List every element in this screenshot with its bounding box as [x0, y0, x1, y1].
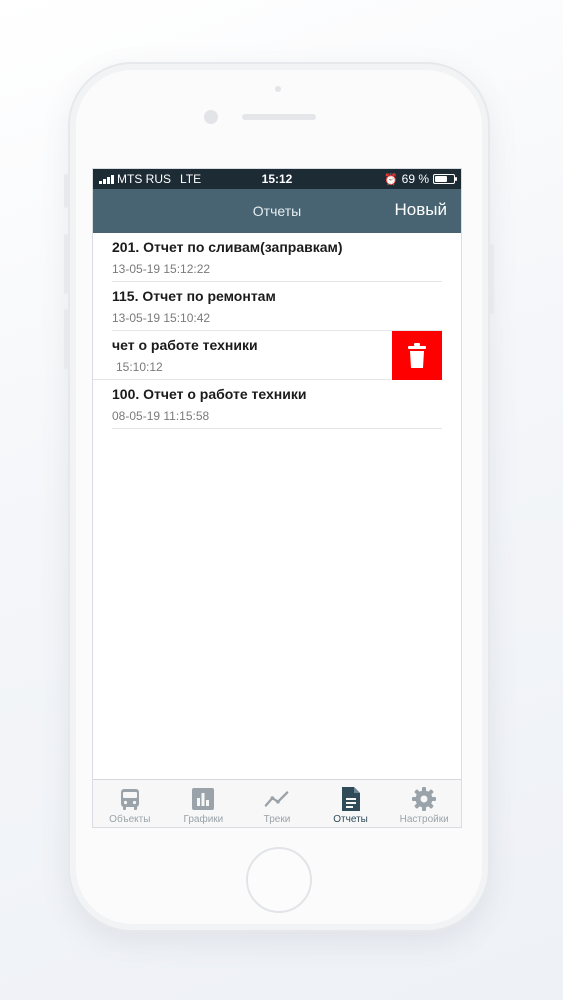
earpiece-speaker — [242, 114, 316, 120]
tab-label: Отчеты — [333, 814, 368, 825]
home-button[interactable] — [246, 847, 312, 913]
battery-icon — [433, 174, 457, 184]
gear-icon — [411, 786, 437, 812]
report-row[interactable]: 201. Отчет по сливам(заправкам) 13-05-19… — [93, 233, 461, 282]
signal-strength-icon — [99, 174, 114, 184]
battery-fill — [435, 176, 448, 182]
proximity-sensor — [275, 86, 281, 92]
report-row[interactable]: 115. Отчет по ремонтам 13-05-19 15:10:42 — [93, 282, 461, 331]
report-row[interactable]: 100. Отчет о работе техники 08-05-19 11:… — [93, 380, 461, 429]
status-bar: MTS RUS LTE 15:12 ⏰ 69 % — [93, 169, 461, 189]
track-line-icon — [264, 786, 290, 812]
document-icon — [338, 786, 364, 812]
report-date: 15:10:12 — [116, 360, 163, 374]
alarm-clock-icon: ⏰ — [383, 173, 398, 186]
report-row-content[interactable]: чет о работе техники 15:10:12 — [93, 331, 391, 380]
tab-tracks[interactable]: Треки — [240, 780, 314, 827]
front-camera — [204, 110, 218, 124]
tab-reports[interactable]: Отчеты — [314, 780, 388, 827]
report-title: 115. Отчет по ремонтам — [112, 288, 276, 304]
report-date: 13-05-19 15:10:42 — [112, 311, 211, 325]
new-report-button[interactable]: Новый — [395, 200, 447, 220]
report-date: 13-05-19 15:12:22 — [112, 262, 211, 276]
tab-label: Настройки — [399, 814, 449, 825]
report-title: 100. Отчет о работе техники — [112, 386, 307, 402]
bar-chart-icon — [190, 786, 216, 812]
report-list: 201. Отчет по сливам(заправкам) 13-05-19… — [93, 233, 461, 429]
delete-report-button[interactable] — [392, 331, 442, 380]
report-title: 201. Отчет по сливам(заправкам) — [112, 239, 343, 255]
report-row-content[interactable]: 201. Отчет по сливам(заправкам) 13-05-19… — [112, 233, 442, 282]
volume-up-button — [64, 234, 68, 294]
app-screen: MTS RUS LTE 15:12 ⏰ 69 % Отчеты Новый 20… — [92, 168, 462, 828]
report-date: 08-05-19 11:15:58 — [112, 409, 210, 423]
power-button — [490, 244, 494, 314]
tab-settings[interactable]: Настройки — [387, 780, 461, 827]
tab-label: Графики — [183, 814, 224, 825]
trash-icon — [408, 342, 426, 368]
page-title: Отчеты — [252, 203, 302, 219]
tab-label: Треки — [263, 814, 291, 825]
tab-label: Объекты — [109, 814, 151, 825]
tab-objects[interactable]: Объекты — [93, 780, 167, 827]
battery-percent: 69 % — [401, 172, 429, 186]
tab-bar: Объекты Графики Треки Отчеты Настройки — [93, 779, 461, 827]
report-row-swiped[interactable]: чет о работе техники 15:10:12 — [93, 331, 461, 380]
navigation-bar: Отчеты Новый — [93, 189, 461, 233]
bus-icon — [117, 786, 143, 812]
report-title: чет о работе техники — [112, 337, 258, 353]
tab-charts[interactable]: Графики — [167, 780, 241, 827]
report-row-content[interactable]: 115. Отчет по ремонтам 13-05-19 15:10:42 — [112, 282, 442, 331]
network-type: LTE — [180, 172, 202, 186]
side-button — [64, 174, 68, 208]
carrier-name: MTS RUS — [117, 172, 171, 186]
volume-down-button — [64, 309, 68, 369]
report-row-content[interactable]: 100. Отчет о работе техники 08-05-19 11:… — [112, 380, 442, 429]
